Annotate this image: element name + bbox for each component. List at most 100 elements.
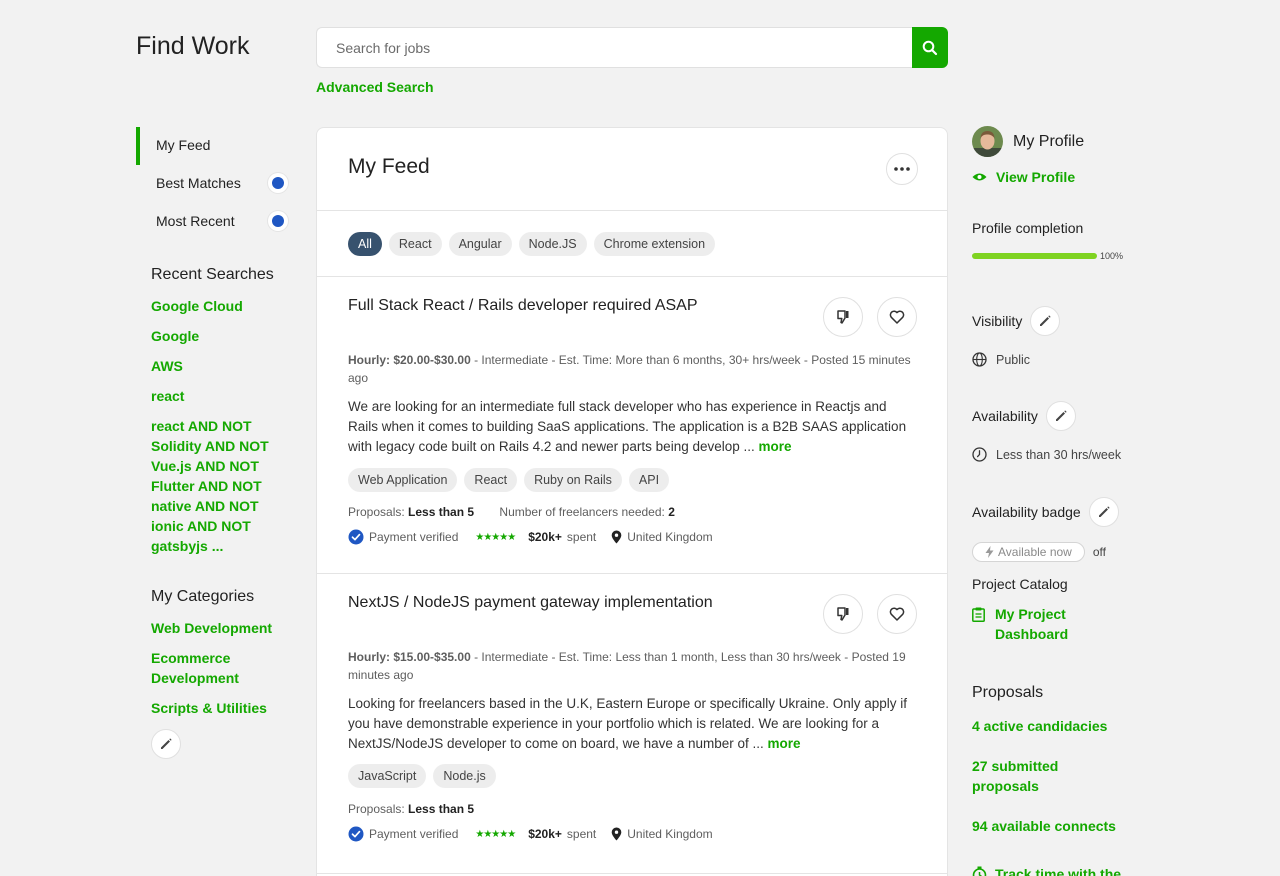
proposals-label: Proposals: <box>348 505 405 519</box>
notification-dot <box>268 211 288 231</box>
category-link[interactable]: Scripts & Utilities <box>151 698 301 718</box>
recent-searches-heading: Recent Searches <box>151 266 274 283</box>
verified-badge-icon <box>348 826 364 842</box>
recent-search-part: ionic AND NOT <box>151 518 251 534</box>
freelancers-needed-value: 2 <box>668 505 675 519</box>
save-job-button[interactable] <box>877 297 917 337</box>
skill-tag[interactable]: Web Application <box>348 468 458 492</box>
feed-card: My Feed All React Angular Node.JS Chrome… <box>316 127 948 876</box>
more-link[interactable]: more <box>759 439 792 454</box>
view-profile-link[interactable]: View Profile <box>972 167 1075 187</box>
filter-chips: All React Angular Node.JS Chrome extensi… <box>317 211 947 277</box>
globe-icon <box>972 352 987 367</box>
edit-availability-badge-button[interactable] <box>1088 497 1119 527</box>
thumbs-down-icon <box>837 310 849 324</box>
dislike-job-button[interactable] <box>823 594 863 634</box>
category-link[interactable]: Web Development <box>151 618 301 638</box>
payment-verified: Payment verified <box>369 530 459 544</box>
freelancers-needed-label: Number of freelancers needed: <box>499 505 665 519</box>
availability-badge-label: Availability badge <box>972 504 1081 520</box>
visibility-value-row: Public <box>972 352 1030 367</box>
notification-dot <box>268 173 288 193</box>
client-location: United Kingdom <box>627 530 713 544</box>
job-proposals: Proposals: Less than 5 Number of freelan… <box>348 505 675 519</box>
recent-search-part: native AND NOT <box>151 498 259 514</box>
avatar[interactable] <box>972 126 1003 157</box>
skill-tag[interactable]: Ruby on Rails <box>524 468 622 492</box>
payment-verified: Payment verified <box>369 827 459 841</box>
availability-badge-row: Availability badge <box>972 497 1119 527</box>
filter-chip-angular[interactable]: Angular <box>448 231 512 256</box>
dislike-job-button[interactable] <box>823 297 863 337</box>
progress-track <box>972 253 1097 259</box>
profile-header: My Profile <box>972 126 1084 157</box>
client-rating-stars: ★★★★★ <box>475 828 516 840</box>
job-description: We are looking for an intermediate full … <box>348 397 920 457</box>
visibility-row: Visibility <box>972 306 1061 336</box>
nav-item-label: Best Matches <box>156 175 241 191</box>
filter-chip-chrome-extension[interactable]: Chrome extension <box>593 231 716 256</box>
edit-categories-button[interactable] <box>151 729 181 759</box>
job-description-text: We are looking for an intermediate full … <box>348 399 907 454</box>
client-info: Payment verified ★★★★★ $20k+ spent United… <box>348 529 713 545</box>
feed-options-button[interactable] <box>886 153 918 185</box>
job-rate: Hourly: $15.00-$35.00 <box>348 650 471 664</box>
job-tile[interactable]: Full Stack React / Rails developer requi… <box>317 277 947 574</box>
job-skills: JavaScript Node.js <box>348 764 496 788</box>
project-dashboard-link[interactable]: My Project Dashboard <box>972 604 1085 644</box>
client-spent-label: spent <box>566 530 597 544</box>
search-input[interactable] <box>316 27 912 68</box>
nav-item-most-recent[interactable]: Most Recent <box>136 202 296 240</box>
proposals-value: Less than 5 <box>408 505 475 519</box>
eye-icon <box>972 173 987 181</box>
recent-search-link[interactable]: AWS <box>151 356 301 376</box>
profile-completion-bar: 100% <box>972 251 1123 261</box>
view-profile-label: View Profile <box>996 169 1076 185</box>
edit-visibility-button[interactable] <box>1030 306 1061 336</box>
feed-header: My Feed <box>317 128 947 211</box>
nav-item-my-feed[interactable]: My Feed <box>136 126 296 165</box>
edit-availability-button[interactable] <box>1045 401 1076 431</box>
job-proposals: Proposals: Less than 5 <box>348 802 474 816</box>
save-job-button[interactable] <box>877 594 917 634</box>
recent-search-link[interactable]: react <box>151 386 301 406</box>
proposals-value: Less than 5 <box>408 802 475 816</box>
client-spent-label: spent <box>566 827 597 841</box>
recent-search-part: react AND NOT <box>151 418 252 434</box>
submitted-proposals-link[interactable]: 27 submitted proposals <box>972 756 1082 796</box>
pencil-icon <box>1040 315 1051 326</box>
job-tile[interactable]: NextJS / NodeJS payment gateway implemen… <box>317 574 947 874</box>
job-title[interactable]: NextJS / NodeJS payment gateway implemen… <box>348 594 713 612</box>
recent-search-link[interactable]: Google Cloud <box>151 296 301 316</box>
search-button[interactable] <box>912 27 948 68</box>
job-title[interactable]: Full Stack React / Rails developer requi… <box>348 297 698 315</box>
profile-completion-label: Profile completion <box>972 220 1084 236</box>
skill-tag[interactable]: Node.js <box>433 764 496 788</box>
page-title: Find Work <box>136 32 250 60</box>
available-now-badge[interactable]: Available now <box>972 542 1085 562</box>
job-description: Looking for freelancers based in the U.K… <box>348 694 920 754</box>
available-connects-link[interactable]: 94 available connects <box>972 816 1116 836</box>
lightning-icon <box>985 546 994 558</box>
skill-tag[interactable]: API <box>628 468 670 492</box>
thumbs-down-icon <box>837 607 849 621</box>
nav-item-best-matches[interactable]: Best Matches <box>136 164 296 202</box>
filter-chip-all[interactable]: All <box>348 231 382 256</box>
search-bar <box>316 27 948 68</box>
skill-tag[interactable]: JavaScript <box>348 764 427 788</box>
filter-chip-nodejs[interactable]: Node.JS <box>518 231 587 256</box>
recent-search-compound[interactable]: react AND NOT Solidity AND NOT Vue.js AN… <box>151 416 301 556</box>
track-time-link[interactable]: Track time with the <box>972 864 1121 876</box>
search-icon <box>922 40 938 55</box>
job-skills: Web Application React Ruby on Rails API <box>348 468 670 492</box>
progress-fill <box>972 253 1097 259</box>
project-catalog-label: Project Catalog <box>972 576 1068 592</box>
more-link[interactable]: more <box>768 736 801 751</box>
filter-chip-react[interactable]: React <box>388 231 442 256</box>
category-link[interactable]: Ecommerce Development <box>151 648 261 688</box>
advanced-search-link[interactable]: Advanced Search <box>316 79 434 95</box>
pencil-icon <box>161 738 172 749</box>
skill-tag[interactable]: React <box>464 468 518 492</box>
recent-search-link[interactable]: Google <box>151 326 301 346</box>
active-candidacies-link[interactable]: 4 active candidacies <box>972 716 1107 736</box>
